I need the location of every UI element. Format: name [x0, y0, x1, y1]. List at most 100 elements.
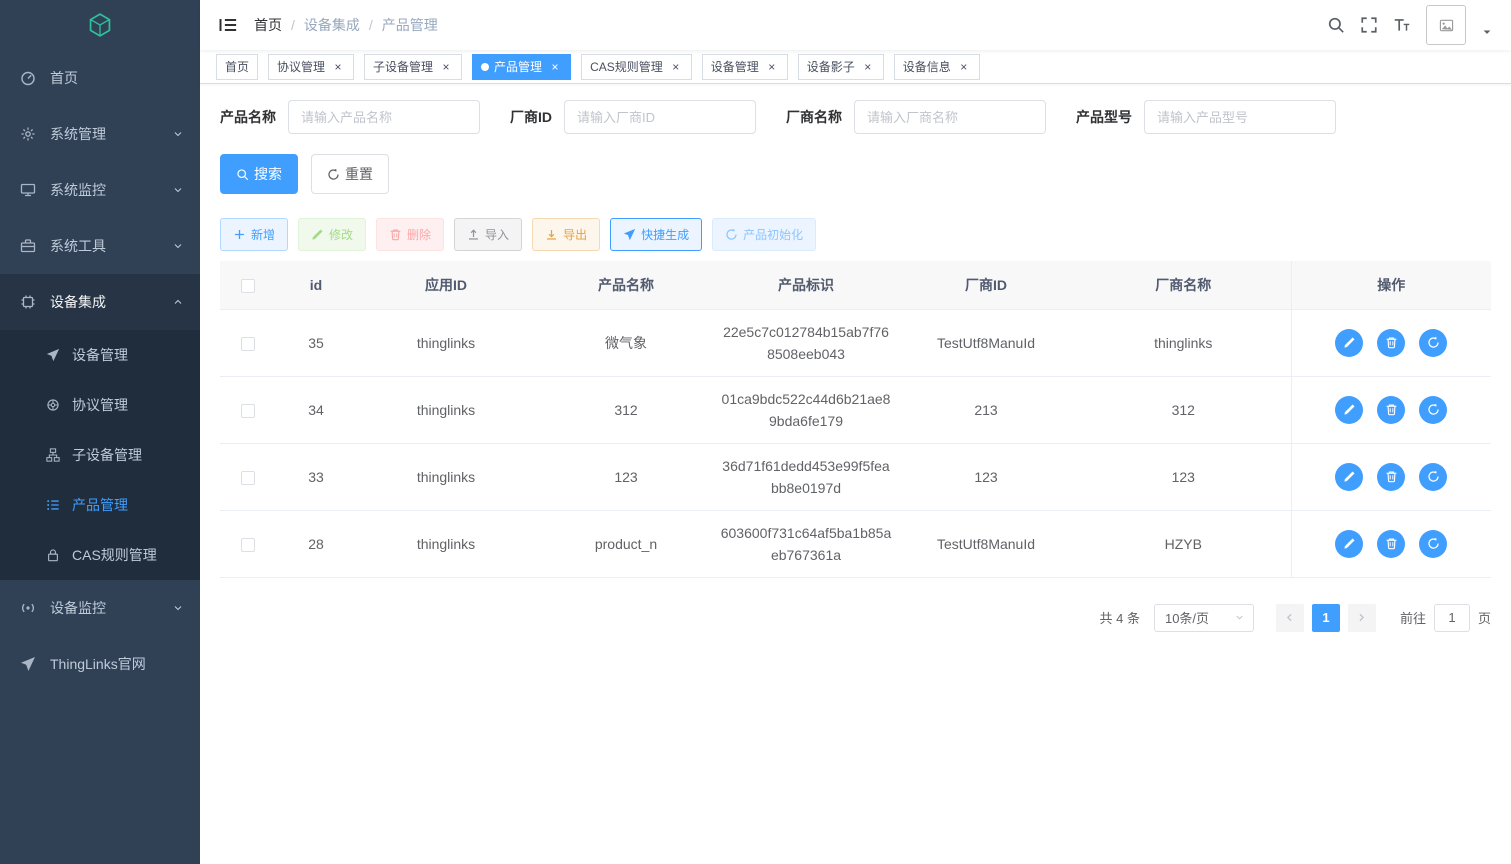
prev-page-button: [1275, 603, 1304, 632]
products-table: id 应用ID 产品名称 产品标识 厂商ID 厂商名称 操作 35 thingl…: [220, 261, 1491, 578]
breadcrumb-home[interactable]: 首页: [254, 15, 282, 35]
tab-device-management[interactable]: 设备管理 ×: [701, 53, 788, 80]
fullscreen-icon[interactable]: [1360, 16, 1378, 34]
sidebar-toggle-icon[interactable]: [218, 15, 238, 35]
cell-product-identifier: 36d71f61dedd453e99f5feabb8e0197d: [716, 443, 896, 511]
tab-protocol-management[interactable]: 协议管理 ×: [268, 53, 355, 80]
sidebar-item-device-monitoring[interactable]: 设备监控: [0, 580, 200, 636]
pencil-icon: [1343, 403, 1356, 416]
plus-icon: [233, 228, 246, 241]
refresh-button[interactable]: [1419, 328, 1448, 357]
delete-button[interactable]: [1377, 328, 1406, 357]
tab-subdevice-management[interactable]: 子设备管理 ×: [364, 53, 463, 80]
delete-button[interactable]: [1377, 395, 1406, 424]
row-checkbox[interactable]: [241, 537, 255, 552]
pagination: 共 4 条 10条/页 1 前往 页: [220, 603, 1491, 632]
cell-id: 33: [276, 443, 356, 511]
edit-button: 修改: [298, 218, 367, 251]
tree-icon: [46, 448, 60, 462]
lock-icon: [46, 548, 60, 562]
sidebar-item-thinglinks-website[interactable]: ThingLinks官网: [0, 636, 200, 692]
chevron-down-icon: [172, 602, 184, 614]
reset-button[interactable]: 重置: [311, 154, 389, 194]
caret-down-icon[interactable]: [1481, 26, 1493, 38]
tab-product-management[interactable]: 产品管理 ×: [472, 53, 572, 80]
edit-button[interactable]: [1335, 328, 1364, 357]
edit-button[interactable]: [1335, 462, 1364, 491]
edit-button[interactable]: [1335, 395, 1364, 424]
close-icon[interactable]: ×: [331, 60, 345, 74]
row-checkbox[interactable]: [241, 336, 255, 351]
page-size-select[interactable]: 10条/页: [1153, 603, 1254, 632]
cell-actions: [1290, 443, 1491, 511]
sidebar-item-device-integration[interactable]: 设备集成: [0, 274, 200, 330]
filter-label: 厂商ID: [510, 109, 552, 125]
tab-cas-rules-management[interactable]: CAS规则管理 ×: [581, 53, 692, 80]
search-button[interactable]: 搜索: [220, 154, 298, 194]
close-icon[interactable]: ×: [861, 60, 875, 74]
sidebar-item-label: 设备管理: [72, 347, 128, 363]
sidebar-item-label: 系统管理: [50, 126, 106, 142]
row-checkbox[interactable]: [241, 470, 255, 485]
column-header-manufacturer-name: 厂商名称: [1076, 261, 1291, 310]
close-icon[interactable]: ×: [548, 60, 562, 74]
sidebar-item-label: 协议管理: [72, 397, 128, 413]
sidebar-item-product-management[interactable]: 产品管理: [0, 480, 200, 530]
page-number-button[interactable]: 1: [1311, 603, 1340, 632]
sidebar-item-protocol-management[interactable]: 协议管理: [0, 380, 200, 430]
sidebar-item-system-management[interactable]: 系统管理: [0, 106, 200, 162]
breadcrumb-device-integration[interactable]: 设备集成: [304, 15, 360, 35]
close-icon[interactable]: ×: [669, 60, 683, 74]
product-model-input[interactable]: [1144, 100, 1336, 134]
delete-button[interactable]: [1377, 529, 1406, 558]
refresh-icon: [1427, 403, 1440, 416]
refresh-button[interactable]: [1419, 529, 1448, 558]
export-button[interactable]: 导出: [532, 218, 601, 251]
tab-home[interactable]: 首页: [216, 53, 259, 80]
quick-generate-button[interactable]: 快捷生成: [610, 218, 703, 251]
close-icon[interactable]: ×: [439, 60, 453, 74]
search-icon[interactable]: [1327, 16, 1345, 34]
cell-actions: [1290, 510, 1491, 578]
select-all-checkbox[interactable]: [241, 278, 255, 293]
cell-product-name: 微气象: [536, 309, 716, 377]
sidebar-item-home[interactable]: 首页: [0, 50, 200, 106]
manufacturer-id-input[interactable]: [564, 100, 756, 134]
font-size-icon[interactable]: [1393, 16, 1411, 34]
row-checkbox[interactable]: [241, 403, 255, 418]
pagination-total: 共 4 条: [1099, 611, 1140, 626]
next-page-button: [1347, 603, 1376, 632]
app-logo[interactable]: [0, 0, 200, 50]
close-icon[interactable]: ×: [957, 60, 971, 74]
sidebar-item-subdevice-management[interactable]: 子设备管理: [0, 430, 200, 480]
import-button[interactable]: 导入: [454, 218, 523, 251]
pencil-icon: [1343, 336, 1356, 349]
pencil-icon: [1343, 470, 1356, 483]
tab-label: 设备管理: [710, 60, 759, 74]
wheel-icon: [46, 398, 60, 412]
chevron-left-icon: [1283, 611, 1296, 624]
dashboard-icon: [20, 70, 36, 86]
sidebar-item-label: 系统工具: [50, 238, 106, 254]
sidebar-item-system-monitoring[interactable]: 系统监控: [0, 162, 200, 218]
tab-label: 协议管理: [277, 60, 326, 74]
tab-label: 首页: [225, 60, 250, 74]
sidebar-item-device-management[interactable]: 设备管理: [0, 330, 200, 380]
edit-button[interactable]: [1335, 529, 1364, 558]
paper-plane-icon: [20, 656, 36, 672]
tab-device-shadow[interactable]: 设备影子 ×: [797, 53, 884, 80]
manufacturer-name-input[interactable]: [854, 100, 1046, 134]
add-button[interactable]: 新增: [220, 218, 289, 251]
delete-button[interactable]: [1377, 462, 1406, 491]
avatar[interactable]: [1426, 5, 1466, 45]
sidebar-item-cas-rules-management[interactable]: CAS规则管理: [0, 530, 200, 580]
tab-device-info[interactable]: 设备信息 ×: [893, 53, 980, 80]
refresh-button[interactable]: [1419, 395, 1448, 424]
cell-manufacturer-id: 213: [896, 376, 1076, 444]
chevron-down-icon: [172, 184, 184, 196]
close-icon[interactable]: ×: [765, 60, 779, 74]
goto-page-input[interactable]: [1433, 603, 1470, 632]
refresh-button[interactable]: [1419, 462, 1448, 491]
sidebar-item-system-tools[interactable]: 系统工具: [0, 218, 200, 274]
product-name-input[interactable]: [288, 100, 480, 134]
